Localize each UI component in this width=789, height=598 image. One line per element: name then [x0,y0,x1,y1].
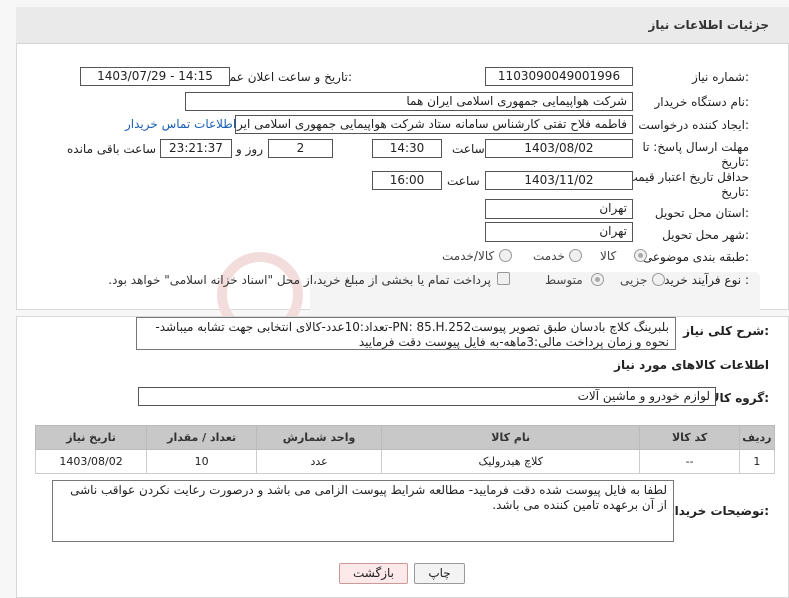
general-description-field: بلبرینگ کلاچ بادسان طبق تصویر پیوستPN: 8… [136,317,676,350]
validity-label-date: تاریخ: [721,185,749,199]
treasury-payment-note: پرداخت تمام یا بخشی از مبلغ خرید،از محل … [108,273,491,287]
buyer-org-label: نام دستگاه خریدار: [654,95,750,109]
province-field: تهران [485,199,633,219]
table-header-row: ردیف کد کالا نام کالا واحد شمارش تعداد /… [34,425,776,450]
table-row[interactable]: 1 -- کلاچ هیدرولیک عدد 10 1403/08/02 [34,449,776,474]
city-field: تهران [485,222,633,242]
days-remaining-field: 2 [268,139,333,158]
days-label: روز و [236,142,263,156]
deadline-time-field: 14:30 [372,139,442,158]
cell-quantity: 10 [146,449,258,474]
deadline-date-field: 1403/08/02 [485,139,633,158]
validity-time-field: 16:00 [372,171,442,190]
col-quantity: تعداد / مقدار [146,425,258,450]
process-label: نوع فرآیند خرید : [664,273,749,287]
need-number-label: شماره نیاز: [691,70,749,84]
category-goods-radio[interactable] [634,249,647,262]
category-label: طبقه بندی موضوعی: [642,250,749,264]
cell-need-date: 1403/08/02 [34,449,148,474]
col-need-date: تاریخ نیاز [34,425,148,450]
cell-item-name: کلاچ هیدرولیک [381,449,641,474]
col-row-number: ردیف [738,425,776,450]
goods-group-field: لوازم خودرو و ماشین آلات [138,387,716,406]
city-label: شهر محل تحویل: [662,228,749,242]
cell-unit: عدد [256,449,383,474]
panel-header: جزئیات اطلاعات نیاز [16,7,789,44]
announce-field: 1403/07/29 - 14:15 [80,67,230,86]
col-item-name: نام کالا [381,425,641,450]
creator-label: ایجاد کننده درخواست: [638,118,749,132]
remaining-label: ساعت باقی مانده [67,142,157,156]
details-panel [16,7,789,310]
need-number-field: 1103090049001996 [485,67,633,86]
category-service-radio[interactable] [569,249,582,262]
goods-group-label: گروه کالا: [710,391,769,405]
process-medium-radio[interactable] [591,273,604,286]
creator-field: فاطمه فلاح تفتی کارشناس سامانه ستاد شرکت… [235,115,633,134]
category-service-label: خدمت [533,249,565,263]
back-button[interactable]: بازگشت [339,563,408,584]
goods-table: ردیف کد کالا نام کالا واحد شمارش تعداد /… [34,425,776,474]
process-medium-label: متوسط [545,273,583,287]
col-unit: واحد شمارش [256,425,383,450]
buyer-contact-link[interactable]: اطلاعات تماس خریدار [125,117,236,131]
buyer-org-field: شرکت هواپیمایی جمهوری اسلامی ایران هما [185,92,633,111]
category-both-label: کالا/خدمت [442,249,495,263]
print-button[interactable]: چاپ [414,563,465,584]
cell-item-code: -- [639,449,740,474]
general-description-label: شرح کلی نیاز: [683,324,769,338]
buyer-notes-label: توضیحات خریدار: [667,504,769,518]
process-minor-radio[interactable] [652,273,665,286]
page-title: جزئیات اطلاعات نیاز [648,18,769,32]
province-label: استان محل تحویل: [654,206,749,220]
remaining-time-field: 23:21:37 [160,139,232,158]
category-goods-label: کالا [600,249,617,263]
goods-info-heading: اطلاعات کالاهای مورد نیاز [614,358,769,372]
col-item-code: کد کالا [639,425,740,450]
category-both-radio[interactable] [499,249,512,262]
process-minor-label: جزیی [620,273,648,287]
deadline-time-label: ساعت [452,142,485,156]
validity-time-label: ساعت [447,174,480,188]
deadline-label: مهلت ارسال پاسخ: تا [642,140,749,154]
validity-date-field: 1403/11/02 [485,171,633,190]
buyer-notes-field: لطفا به فایل پیوست شده دقت فرمایید- مطال… [52,480,674,542]
cell-row-number: 1 [738,449,776,474]
deadline-label-date: تاریخ: [721,155,749,169]
treasury-payment-checkbox[interactable] [497,272,510,285]
